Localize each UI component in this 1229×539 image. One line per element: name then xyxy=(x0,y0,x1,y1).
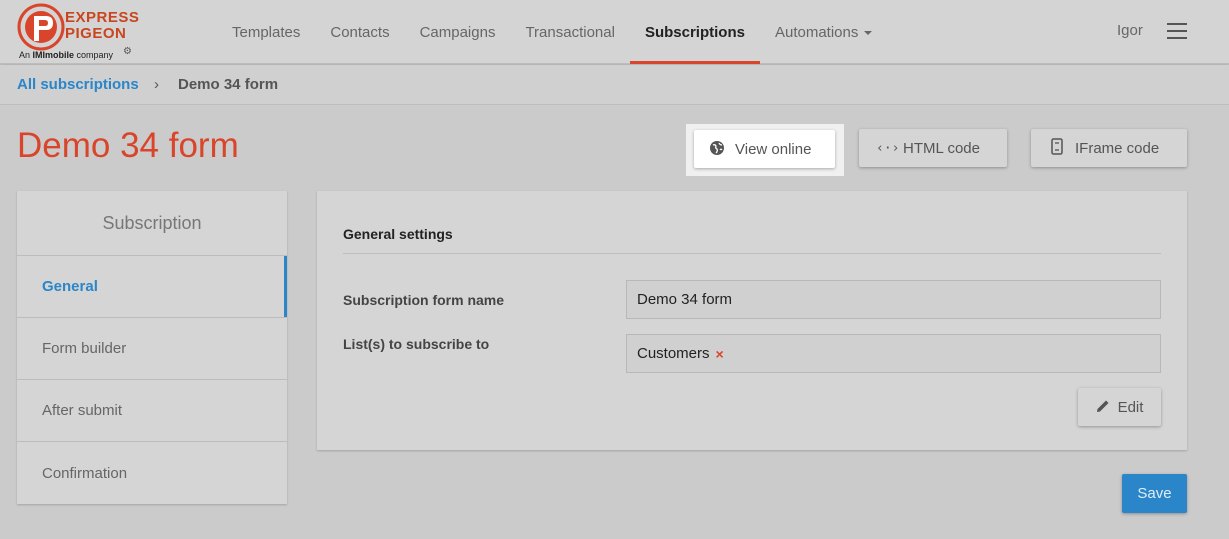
code-icon: ‹·› xyxy=(876,140,900,156)
nav-contacts[interactable]: Contacts xyxy=(315,0,404,64)
pencil-icon xyxy=(1096,399,1110,416)
logo-line-1: EXPRESS xyxy=(65,9,140,26)
html-code-button[interactable]: ‹·› HTML code xyxy=(859,129,1007,167)
globe-icon xyxy=(708,140,726,159)
sidebar-item-form-builder[interactable]: Form builder xyxy=(17,318,287,380)
sidebar-item-confirmation[interactable]: Confirmation xyxy=(17,442,287,504)
main-nav: Templates Contacts Campaigns Transaction… xyxy=(217,0,887,64)
form-name-label: Subscription form name xyxy=(343,292,505,308)
logo-tagline: An IMImobile company xyxy=(19,50,114,60)
nav-subscriptions[interactable]: Subscriptions xyxy=(629,0,760,64)
pigeon-logo-icon xyxy=(17,3,65,51)
iframe-code-button[interactable]: IFrame code xyxy=(1031,129,1187,167)
nav-templates[interactable]: Templates xyxy=(217,0,315,64)
remove-tag-icon[interactable]: × xyxy=(716,346,724,362)
hamburger-menu-icon[interactable] xyxy=(1167,23,1187,39)
save-button[interactable]: Save xyxy=(1122,474,1187,513)
gear-icon: ⚙ xyxy=(123,46,132,57)
mobile-icon xyxy=(1048,138,1066,158)
edit-lists-button[interactable]: Edit xyxy=(1078,388,1161,426)
lists-field[interactable]: Customers × xyxy=(626,334,1161,373)
lists-label: List(s) to subscribe to xyxy=(343,336,490,352)
sidebar-item-general[interactable]: General xyxy=(17,256,287,318)
view-online-button[interactable]: View online xyxy=(694,130,835,168)
breadcrumb-current: Demo 34 form xyxy=(178,76,279,93)
user-menu[interactable]: Igor xyxy=(1117,22,1143,39)
nav-transactional[interactable]: Transactional xyxy=(510,0,630,64)
panel-heading: General settings xyxy=(343,226,453,242)
expresspigeon-logo[interactable]: EXPRESS PIGEON An IMImobile company ⚙ xyxy=(17,3,140,61)
page-title: Demo 34 form xyxy=(17,126,239,165)
breadcrumb-all-subscriptions[interactable]: All subscriptions xyxy=(17,76,139,93)
general-settings-panel: General settings Subscription form name … xyxy=(317,191,1187,450)
sidebar-item-after-submit[interactable]: After submit xyxy=(17,380,287,442)
nav-campaigns[interactable]: Campaigns xyxy=(405,0,511,64)
nav-automations[interactable]: Automations xyxy=(760,0,887,64)
breadcrumb: All subscriptions › Demo 34 form xyxy=(0,65,1229,105)
sidebar-title: Subscription xyxy=(17,191,287,256)
caret-down-icon xyxy=(864,31,873,35)
logo-line-2: PIGEON xyxy=(65,25,127,42)
form-name-field[interactable]: Demo 34 form xyxy=(626,280,1161,319)
chevron-right-icon: › xyxy=(154,76,159,93)
list-tag: Customers xyxy=(637,345,710,362)
subscription-sidebar: Subscription General Form builder After … xyxy=(17,191,287,504)
top-navbar: EXPRESS PIGEON An IMImobile company ⚙ Te… xyxy=(0,0,1229,64)
divider xyxy=(343,253,1161,254)
